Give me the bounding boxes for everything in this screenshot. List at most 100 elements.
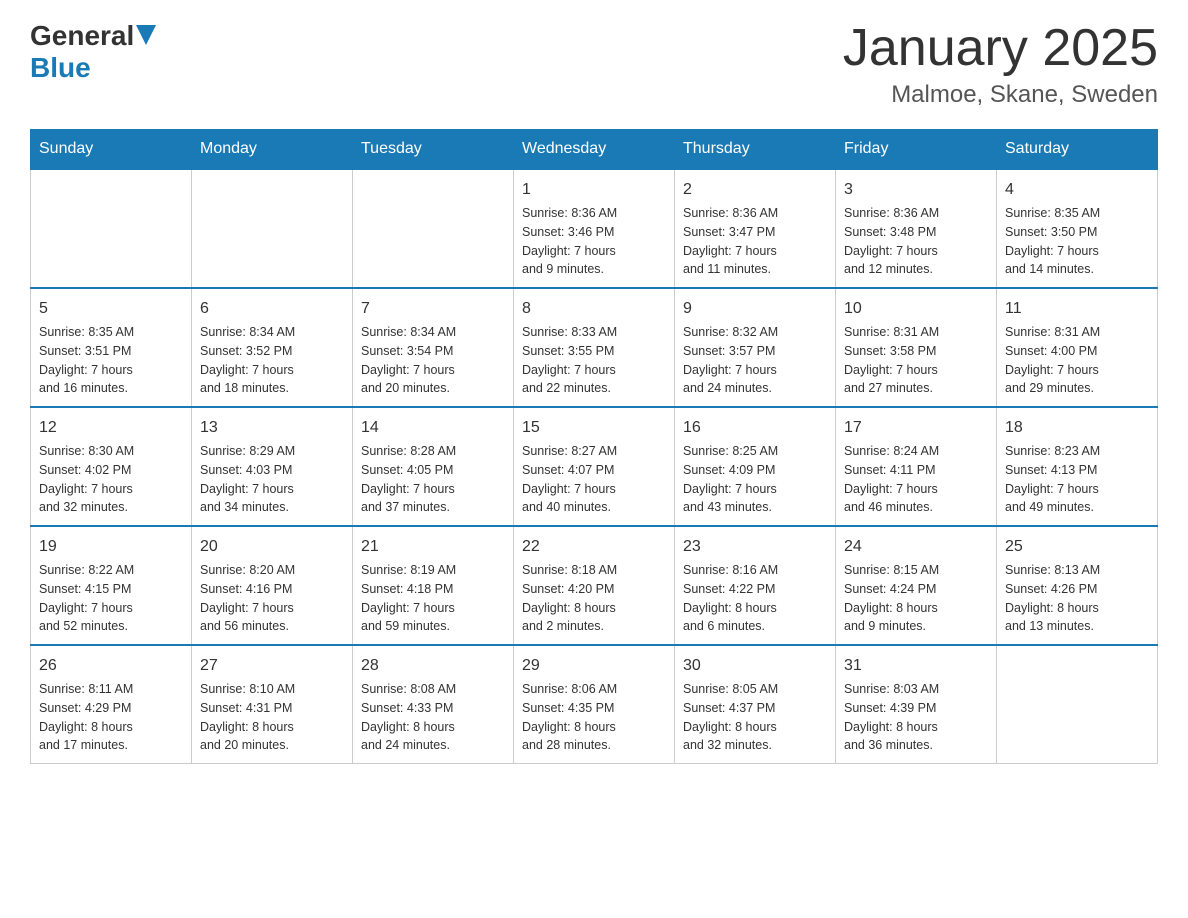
day-info: Sunrise: 8:19 AMSunset: 4:18 PMDaylight:… <box>361 561 505 636</box>
calendar-cell: 3Sunrise: 8:36 AMSunset: 3:48 PMDaylight… <box>836 169 997 288</box>
calendar-cell: 31Sunrise: 8:03 AMSunset: 4:39 PMDayligh… <box>836 645 997 764</box>
day-info: Sunrise: 8:36 AMSunset: 3:48 PMDaylight:… <box>844 204 988 279</box>
calendar-cell: 11Sunrise: 8:31 AMSunset: 4:00 PMDayligh… <box>997 288 1158 407</box>
calendar-cell: 4Sunrise: 8:35 AMSunset: 3:50 PMDaylight… <box>997 169 1158 288</box>
day-number: 7 <box>361 297 505 321</box>
day-number: 6 <box>200 297 344 321</box>
week-row-5: 26Sunrise: 8:11 AMSunset: 4:29 PMDayligh… <box>31 645 1158 764</box>
day-info: Sunrise: 8:08 AMSunset: 4:33 PMDaylight:… <box>361 680 505 755</box>
col-header-wednesday: Wednesday <box>514 130 675 170</box>
day-number: 1 <box>522 178 666 202</box>
logo-triangle-icon <box>136 25 156 49</box>
logo-blue-text: Blue <box>30 52 91 83</box>
calendar-cell: 12Sunrise: 8:30 AMSunset: 4:02 PMDayligh… <box>31 407 192 526</box>
calendar-cell: 7Sunrise: 8:34 AMSunset: 3:54 PMDaylight… <box>353 288 514 407</box>
calendar-cell: 29Sunrise: 8:06 AMSunset: 4:35 PMDayligh… <box>514 645 675 764</box>
day-info: Sunrise: 8:34 AMSunset: 3:54 PMDaylight:… <box>361 323 505 398</box>
day-number: 22 <box>522 535 666 559</box>
calendar-cell: 23Sunrise: 8:16 AMSunset: 4:22 PMDayligh… <box>675 526 836 645</box>
calendar-cell: 21Sunrise: 8:19 AMSunset: 4:18 PMDayligh… <box>353 526 514 645</box>
day-number: 20 <box>200 535 344 559</box>
day-info: Sunrise: 8:24 AMSunset: 4:11 PMDaylight:… <box>844 442 988 517</box>
day-info: Sunrise: 8:25 AMSunset: 4:09 PMDaylight:… <box>683 442 827 517</box>
calendar-cell: 16Sunrise: 8:25 AMSunset: 4:09 PMDayligh… <box>675 407 836 526</box>
day-info: Sunrise: 8:29 AMSunset: 4:03 PMDaylight:… <box>200 442 344 517</box>
calendar-cell: 20Sunrise: 8:20 AMSunset: 4:16 PMDayligh… <box>192 526 353 645</box>
day-number: 21 <box>361 535 505 559</box>
day-info: Sunrise: 8:36 AMSunset: 3:46 PMDaylight:… <box>522 204 666 279</box>
title-block: January 2025 Malmoe, Skane, Sweden <box>843 20 1158 109</box>
calendar-cell: 1Sunrise: 8:36 AMSunset: 3:46 PMDaylight… <box>514 169 675 288</box>
day-number: 16 <box>683 416 827 440</box>
calendar-cell: 17Sunrise: 8:24 AMSunset: 4:11 PMDayligh… <box>836 407 997 526</box>
logo-general-text: General <box>30 20 134 52</box>
calendar-cell: 13Sunrise: 8:29 AMSunset: 4:03 PMDayligh… <box>192 407 353 526</box>
logo: General Blue <box>30 20 156 84</box>
calendar-header-row: SundayMondayTuesdayWednesdayThursdayFrid… <box>31 130 1158 170</box>
day-number: 25 <box>1005 535 1149 559</box>
day-number: 13 <box>200 416 344 440</box>
calendar-cell: 28Sunrise: 8:08 AMSunset: 4:33 PMDayligh… <box>353 645 514 764</box>
week-row-4: 19Sunrise: 8:22 AMSunset: 4:15 PMDayligh… <box>31 526 1158 645</box>
calendar-cell: 5Sunrise: 8:35 AMSunset: 3:51 PMDaylight… <box>31 288 192 407</box>
week-row-3: 12Sunrise: 8:30 AMSunset: 4:02 PMDayligh… <box>31 407 1158 526</box>
day-number: 14 <box>361 416 505 440</box>
calendar-cell: 9Sunrise: 8:32 AMSunset: 3:57 PMDaylight… <box>675 288 836 407</box>
day-number: 8 <box>522 297 666 321</box>
day-info: Sunrise: 8:33 AMSunset: 3:55 PMDaylight:… <box>522 323 666 398</box>
day-info: Sunrise: 8:35 AMSunset: 3:51 PMDaylight:… <box>39 323 183 398</box>
day-number: 17 <box>844 416 988 440</box>
calendar-title: January 2025 <box>843 20 1158 77</box>
calendar-cell: 30Sunrise: 8:05 AMSunset: 4:37 PMDayligh… <box>675 645 836 764</box>
day-info: Sunrise: 8:22 AMSunset: 4:15 PMDaylight:… <box>39 561 183 636</box>
day-number: 26 <box>39 654 183 678</box>
day-number: 27 <box>200 654 344 678</box>
day-info: Sunrise: 8:13 AMSunset: 4:26 PMDaylight:… <box>1005 561 1149 636</box>
day-info: Sunrise: 8:36 AMSunset: 3:47 PMDaylight:… <box>683 204 827 279</box>
day-info: Sunrise: 8:31 AMSunset: 4:00 PMDaylight:… <box>1005 323 1149 398</box>
day-info: Sunrise: 8:30 AMSunset: 4:02 PMDaylight:… <box>39 442 183 517</box>
day-number: 30 <box>683 654 827 678</box>
calendar-cell <box>31 169 192 288</box>
day-number: 28 <box>361 654 505 678</box>
day-number: 2 <box>683 178 827 202</box>
day-info: Sunrise: 8:32 AMSunset: 3:57 PMDaylight:… <box>683 323 827 398</box>
col-header-friday: Friday <box>836 130 997 170</box>
calendar-subtitle: Malmoe, Skane, Sweden <box>843 81 1158 109</box>
calendar-cell <box>353 169 514 288</box>
day-number: 12 <box>39 416 183 440</box>
day-info: Sunrise: 8:28 AMSunset: 4:05 PMDaylight:… <box>361 442 505 517</box>
day-number: 15 <box>522 416 666 440</box>
calendar-cell: 25Sunrise: 8:13 AMSunset: 4:26 PMDayligh… <box>997 526 1158 645</box>
day-info: Sunrise: 8:20 AMSunset: 4:16 PMDaylight:… <box>200 561 344 636</box>
calendar-cell: 22Sunrise: 8:18 AMSunset: 4:20 PMDayligh… <box>514 526 675 645</box>
col-header-saturday: Saturday <box>997 130 1158 170</box>
calendar-cell: 6Sunrise: 8:34 AMSunset: 3:52 PMDaylight… <box>192 288 353 407</box>
calendar-cell: 24Sunrise: 8:15 AMSunset: 4:24 PMDayligh… <box>836 526 997 645</box>
day-number: 9 <box>683 297 827 321</box>
day-number: 3 <box>844 178 988 202</box>
calendar-cell: 15Sunrise: 8:27 AMSunset: 4:07 PMDayligh… <box>514 407 675 526</box>
day-info: Sunrise: 8:23 AMSunset: 4:13 PMDaylight:… <box>1005 442 1149 517</box>
day-number: 24 <box>844 535 988 559</box>
day-info: Sunrise: 8:05 AMSunset: 4:37 PMDaylight:… <box>683 680 827 755</box>
page-header: General Blue January 2025 Malmoe, Skane,… <box>30 20 1158 109</box>
week-row-1: 1Sunrise: 8:36 AMSunset: 3:46 PMDaylight… <box>31 169 1158 288</box>
calendar-cell: 18Sunrise: 8:23 AMSunset: 4:13 PMDayligh… <box>997 407 1158 526</box>
col-header-monday: Monday <box>192 130 353 170</box>
calendar-cell <box>192 169 353 288</box>
calendar-cell: 26Sunrise: 8:11 AMSunset: 4:29 PMDayligh… <box>31 645 192 764</box>
day-info: Sunrise: 8:35 AMSunset: 3:50 PMDaylight:… <box>1005 204 1149 279</box>
week-row-2: 5Sunrise: 8:35 AMSunset: 3:51 PMDaylight… <box>31 288 1158 407</box>
col-header-tuesday: Tuesday <box>353 130 514 170</box>
day-number: 11 <box>1005 297 1149 321</box>
calendar-cell: 10Sunrise: 8:31 AMSunset: 3:58 PMDayligh… <box>836 288 997 407</box>
day-number: 4 <box>1005 178 1149 202</box>
day-number: 23 <box>683 535 827 559</box>
calendar-cell: 8Sunrise: 8:33 AMSunset: 3:55 PMDaylight… <box>514 288 675 407</box>
day-info: Sunrise: 8:34 AMSunset: 3:52 PMDaylight:… <box>200 323 344 398</box>
day-info: Sunrise: 8:18 AMSunset: 4:20 PMDaylight:… <box>522 561 666 636</box>
day-info: Sunrise: 8:16 AMSunset: 4:22 PMDaylight:… <box>683 561 827 636</box>
day-info: Sunrise: 8:15 AMSunset: 4:24 PMDaylight:… <box>844 561 988 636</box>
calendar-cell <box>997 645 1158 764</box>
